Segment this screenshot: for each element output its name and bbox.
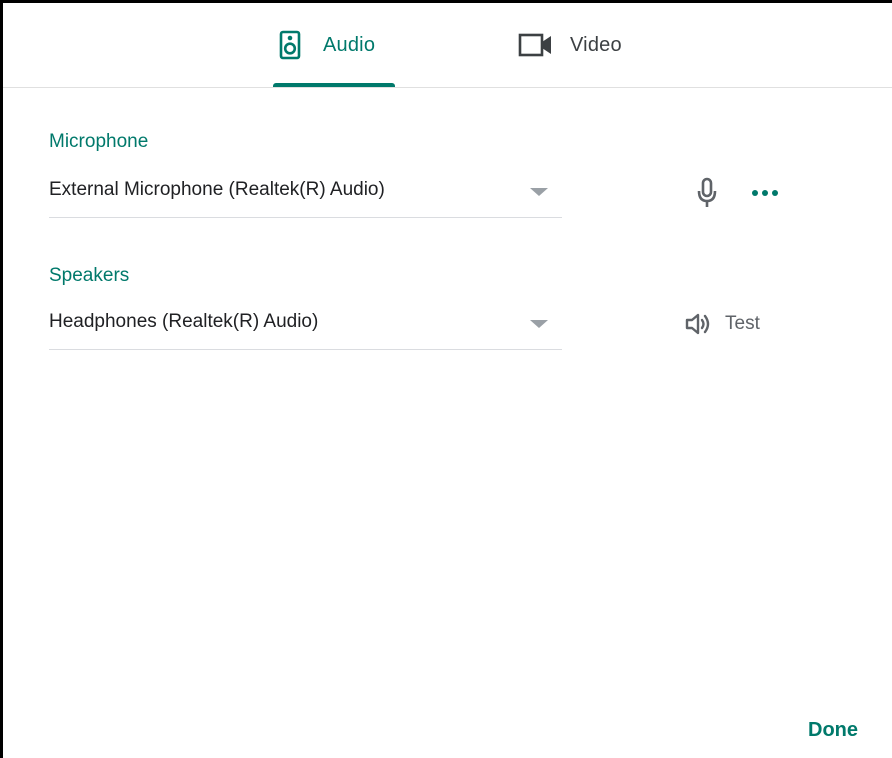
settings-dialog: Audio Video Microphone External Micropho… [0, 0, 892, 758]
microphone-selected-value: External Microphone (Realtek(R) Audio) [49, 179, 385, 200]
tab-audio[interactable]: Audio [273, 3, 395, 87]
microphone-select[interactable]: External Microphone (Realtek(R) Audio) [49, 169, 562, 218]
tab-video-label: Video [570, 33, 622, 56]
test-label: Test [725, 313, 760, 334]
dropdown-arrow-icon [530, 188, 548, 196]
more-options-icon [752, 190, 778, 196]
more-options-button[interactable] [749, 181, 781, 205]
done-button[interactable]: Done [808, 712, 858, 748]
dropdown-arrow-icon [530, 320, 548, 328]
test-speakers-button[interactable]: Test [685, 306, 760, 342]
volume-icon [685, 313, 710, 335]
mic-button[interactable] [691, 173, 723, 213]
videocam-icon [518, 33, 551, 57]
speakers-select[interactable]: Headphones (Realtek(R) Audio) [49, 301, 562, 350]
speakers-label: Speakers [49, 265, 130, 286]
speaker-icon [279, 30, 301, 60]
tab-bar: Audio Video [3, 3, 892, 88]
speakers-selected-value: Headphones (Realtek(R) Audio) [49, 311, 319, 332]
tab-video[interactable]: Video [518, 3, 658, 87]
mic-icon [697, 177, 717, 207]
microphone-label: Microphone [49, 131, 149, 152]
tab-audio-label: Audio [323, 33, 376, 56]
active-tab-indicator [273, 83, 395, 87]
